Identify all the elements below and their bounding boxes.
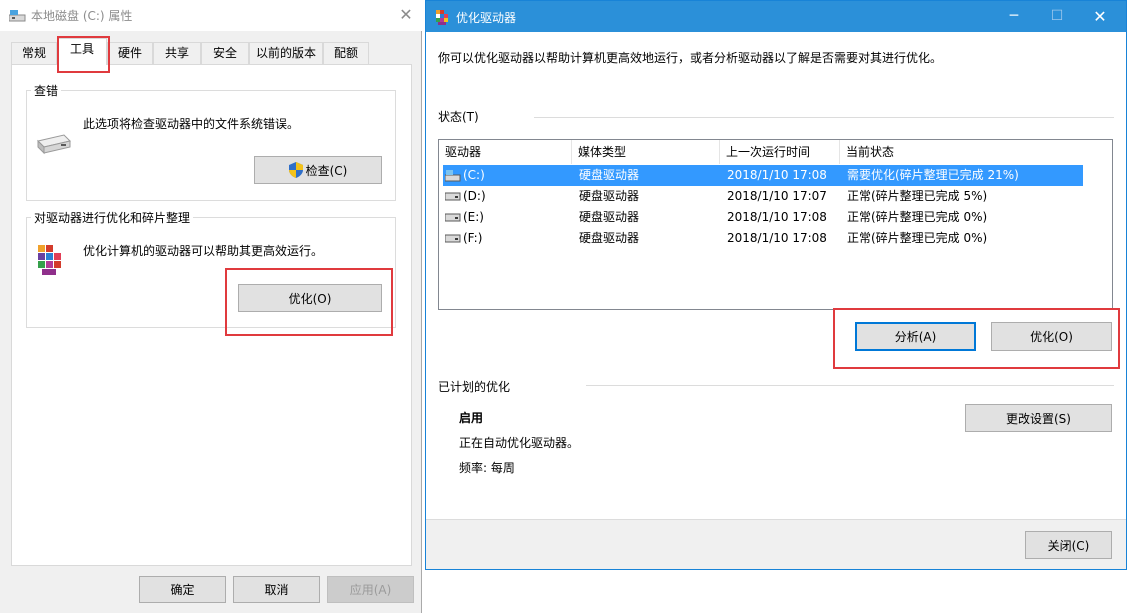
check-button[interactable]: 检查(C) [254,156,382,184]
optimize-footer: 关闭(C) [426,519,1126,569]
drive-media: 硬盘驱动器 [579,189,640,203]
tab-quota[interactable]: 配额 [323,42,369,64]
drive-icon [445,192,461,201]
tab-general[interactable]: 常规 [11,42,57,64]
scheduled-frequency: 频率: 每周 [459,461,515,475]
drive-media: 硬盘驱动器 [579,168,640,182]
optimize-description: 优化计算机的驱动器可以帮助其更高效运行。 [83,244,324,258]
close-icon[interactable]: ✕ [1080,1,1120,32]
cancel-button[interactable]: 取消 [233,576,320,603]
tab-hardware[interactable]: 硬件 [107,42,153,64]
optimize-title-bar: 优化驱动器 ─ ☐ ✕ [426,1,1126,32]
shield-icon [288,162,303,178]
properties-dialog: 本地磁盘 (C:) 属性 ✕ 常规 工具 硬件 共享 安全 以前的版本 配额 查… [0,0,422,613]
change-settings-button[interactable]: 更改设置(S) [965,404,1112,432]
drive-icon [445,213,461,222]
drive-last-run: 2018/1/10 17:08 [727,168,827,182]
check-button-label: 检查(C) [305,163,348,178]
drive-list[interactable]: 驱动器 媒体类型 上一次运行时间 当前状态 (C:) 硬盘驱动器 2018/1/… [438,139,1113,310]
minimize-icon[interactable]: ─ [994,1,1034,32]
drive-last-run: 2018/1/10 17:07 [727,189,827,203]
drive-status: 正常(碎片整理已完成 0%) [847,210,988,224]
properties-title: 本地磁盘 (C:) 属性 [31,9,133,23]
drive-name: (F:) [463,231,483,245]
drive-media: 硬盘驱动器 [579,231,640,245]
drive-status: 正常(碎片整理已完成 5%) [847,189,988,203]
defrag-icon [38,245,61,275]
tab-previous-versions[interactable]: 以前的版本 [249,42,323,64]
drive-last-run: 2018/1/10 17:08 [727,231,827,245]
scheduled-state: 启用 [459,411,484,425]
drive-name: (E:) [463,210,484,224]
properties-title-bar: 本地磁盘 (C:) 属性 ✕ [0,0,422,31]
error-check-description: 此选项将检查驱动器中的文件系统错误。 [83,117,300,131]
drive-icon [445,234,461,243]
column-header-media[interactable]: 媒体类型 [572,140,720,164]
drive-row-d[interactable]: (D:) 硬盘驱动器 2018/1/10 17:07 正常(碎片整理已完成 5%… [443,186,1083,207]
defrag-app-icon [436,10,448,25]
apply-button[interactable]: 应用(A) [327,576,414,603]
status-separator [534,117,1114,118]
scheduled-label: 已计划的优化 [438,380,511,394]
drive-status: 正常(碎片整理已完成 0%) [847,231,988,245]
close-button[interactable]: 关闭(C) [1025,531,1112,559]
drive-media: 硬盘驱动器 [579,210,640,224]
optimize-group-label: 对驱动器进行优化和碎片整理 [31,209,194,226]
analyze-button[interactable]: 分析(A) [855,322,976,351]
error-check-group [26,90,396,201]
optimize-title: 优化驱动器 [456,11,517,25]
column-header-last-run[interactable]: 上一次运行时间 [720,140,840,164]
tab-sharing[interactable]: 共享 [153,42,201,64]
hard-drive-icon [37,134,71,155]
tools-tab-panel: 查错 此选项将检查驱动器中的文件系统错误。 检查(C) 对驱动器进行优化和碎片整… [11,64,412,566]
close-icon[interactable]: ✕ [394,4,418,26]
drive-name: (D:) [463,189,486,203]
tab-security[interactable]: 安全 [201,42,249,64]
error-check-label: 查错 [31,82,62,99]
optimize-drives-window: 优化驱动器 ─ ☐ ✕ 你可以优化驱动器以帮助计算机更高效地运行，或者分析驱动器… [425,0,1127,570]
drive-name: (C:) [463,168,485,182]
optimize-button[interactable]: 优化(O) [238,284,382,312]
drive-status: 需要优化(碎片整理已完成 21%) [847,168,1019,182]
column-header-status[interactable]: 当前状态 [840,140,1112,164]
system-drive-icon [445,170,461,182]
intro-text: 你可以优化驱动器以帮助计算机更高效地运行，或者分析驱动器以了解是否需要对其进行优… [438,51,943,65]
maximize-icon[interactable]: ☐ [1037,1,1077,32]
tab-tools[interactable]: 工具 [57,38,107,65]
drive-row-c[interactable]: (C:) 硬盘驱动器 2018/1/10 17:08 需要优化(碎片整理已完成 … [443,165,1083,186]
drive-row-e[interactable]: (E:) 硬盘驱动器 2018/1/10 17:08 正常(碎片整理已完成 0%… [443,207,1083,228]
status-label: 状态(T) [438,110,479,124]
drive-icon [9,10,26,22]
drive-last-run: 2018/1/10 17:08 [727,210,827,224]
column-header-drive[interactable]: 驱动器 [439,140,572,164]
scheduled-separator [586,385,1114,386]
ok-button[interactable]: 确定 [139,576,226,603]
optimize-drive-button[interactable]: 优化(O) [991,322,1112,351]
scheduled-description: 正在自动优化驱动器。 [459,436,580,450]
drive-row-f[interactable]: (F:) 硬盘驱动器 2018/1/10 17:08 正常(碎片整理已完成 0%… [443,228,1083,249]
